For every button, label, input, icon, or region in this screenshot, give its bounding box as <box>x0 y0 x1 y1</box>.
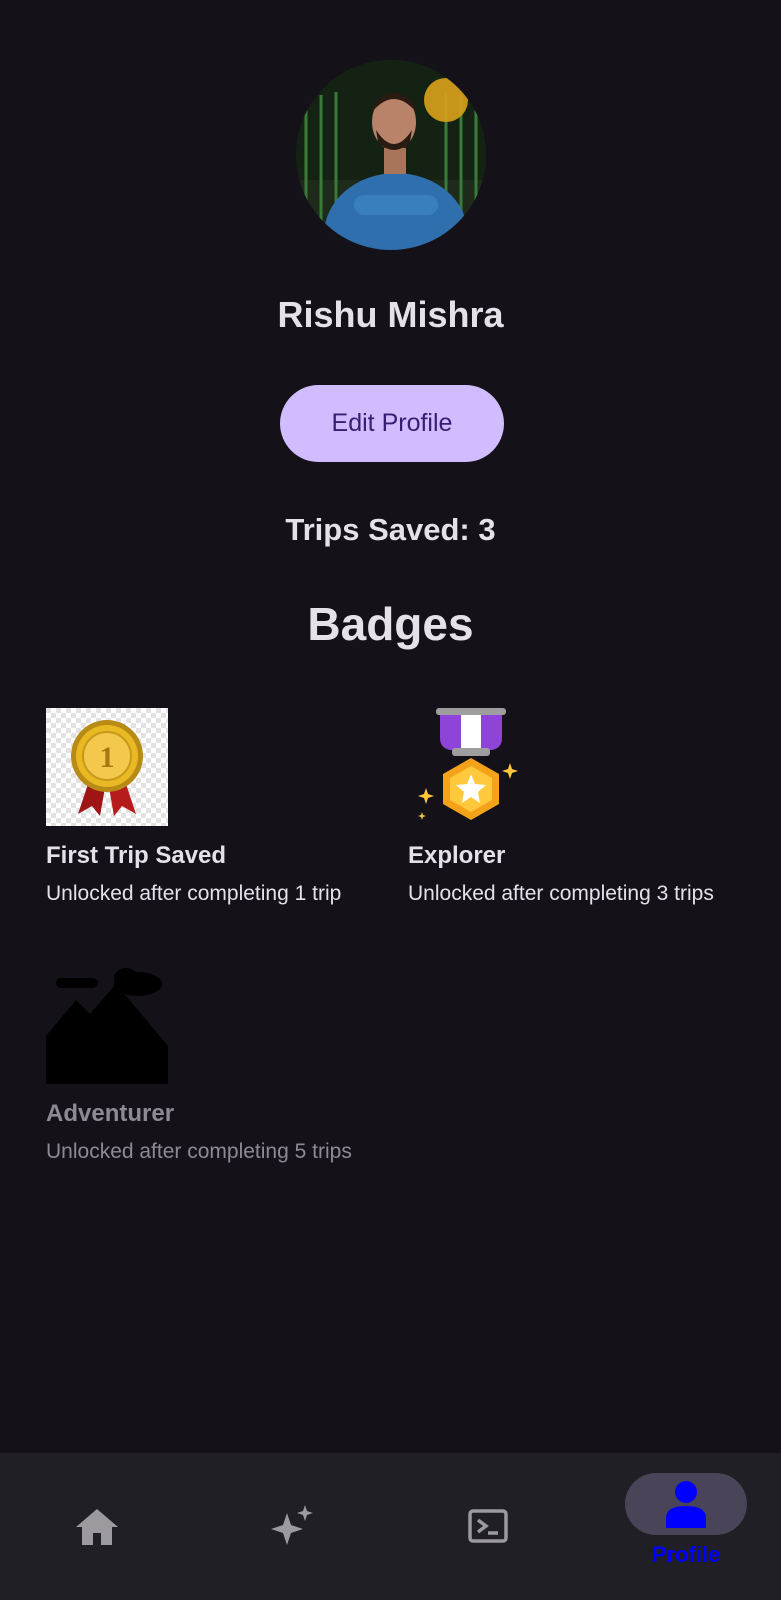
badge-explorer[interactable]: Explorer Unlocked after completing 3 tri… <box>408 708 748 908</box>
nav-label-profile: Profile <box>651 1542 721 1567</box>
edit-profile-button[interactable]: Edit Profile <box>280 385 504 462</box>
gold-medal-icon: 1 <box>46 708 168 826</box>
badges-heading: Badges <box>307 598 474 650</box>
profile-name: Rishu Mishra <box>277 294 504 335</box>
sparkle-icon <box>271 1505 313 1545</box>
nav-ai-suggestions[interactable] <box>195 1453 390 1600</box>
svg-text:1: 1 <box>100 741 115 774</box>
badge-title: Explorer <box>408 842 506 869</box>
nav-itinerary[interactable] <box>390 1453 585 1600</box>
home-icon <box>76 1509 118 1545</box>
explorer-medal-icon <box>408 708 530 826</box>
terminal-icon <box>468 1509 508 1543</box>
badge-title: Adventurer <box>46 1100 175 1127</box>
badge-description: Unlocked after completing 5 trips <box>46 1140 352 1163</box>
nav-profile[interactable]: Profile <box>586 1453 781 1600</box>
badge-adventurer[interactable]: Adventurer Unlocked after completing 5 t… <box>46 966 386 1166</box>
badge-title: First Trip Saved <box>46 842 227 869</box>
avatar <box>296 60 486 250</box>
bottom-navigation-bar: Profile <box>0 1453 781 1600</box>
badge-first-trip-saved[interactable]: 1 First Trip Saved Unlocked after comple… <box>46 708 386 908</box>
nav-home[interactable] <box>0 1453 195 1600</box>
mountain-icon <box>46 966 168 1084</box>
badge-description: Unlocked after completing 1 trip <box>46 882 342 905</box>
badge-description: Unlocked after completing 3 trips <box>408 882 714 905</box>
trips-saved-count: Trips Saved: 3 <box>285 512 496 547</box>
person-icon <box>666 1481 706 1528</box>
